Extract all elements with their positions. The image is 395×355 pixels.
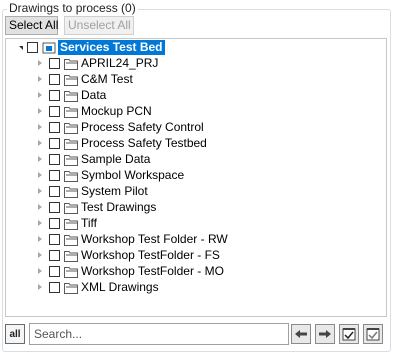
tree-item[interactable]: System Pilot: [33, 183, 148, 199]
tree-item-label: Workshop Test Folder - RW: [81, 232, 228, 246]
tree-item[interactable]: Symbol Workspace: [33, 167, 184, 183]
folder-icon: [64, 186, 78, 198]
tree-item-label: Process Safety Control: [81, 120, 204, 134]
folder-icon: [64, 202, 78, 214]
check-all-icon: [342, 328, 356, 341]
item-checkbox[interactable]: [49, 265, 60, 277]
item-checkbox[interactable]: [49, 89, 60, 101]
expand-icon[interactable]: [33, 231, 45, 247]
expand-icon[interactable]: [33, 103, 45, 119]
tree-item[interactable]: Workshop TestFolder - FS: [33, 247, 220, 263]
tree-item[interactable]: XML Drawings: [33, 279, 159, 295]
item-checkbox[interactable]: [49, 233, 60, 245]
expand-icon[interactable]: [33, 135, 45, 151]
item-checkbox[interactable]: [49, 105, 60, 117]
tree-item-label: Mockup PCN: [81, 104, 152, 118]
expand-icon[interactable]: [33, 71, 45, 87]
bottom-toolbar: all: [5, 322, 387, 346]
tree-item-label: XML Drawings: [81, 280, 159, 294]
item-checkbox[interactable]: [49, 121, 60, 133]
group-title: Drawings to process (0): [7, 1, 138, 15]
item-checkbox[interactable]: [49, 249, 60, 261]
tree-item[interactable]: Process Safety Control: [33, 119, 204, 135]
tree-item[interactable]: Test Drawings: [33, 199, 156, 215]
tree-item-label: Sample Data: [81, 152, 151, 166]
tree-item[interactable]: Process Safety Testbed: [33, 135, 207, 151]
expand-icon[interactable]: [33, 87, 45, 103]
arrow-left-icon: [295, 330, 307, 338]
move-left-button[interactable]: [291, 324, 311, 344]
folder-icon: [64, 266, 78, 278]
expand-icon[interactable]: [33, 119, 45, 135]
expand-icon[interactable]: [33, 199, 45, 215]
folder-icon: [64, 58, 78, 70]
item-checkbox[interactable]: [49, 281, 60, 293]
item-checkbox[interactable]: [49, 201, 60, 213]
tree-item[interactable]: Workshop TestFolder - MO: [33, 263, 224, 279]
tree-item[interactable]: Mockup PCN: [33, 103, 152, 119]
tree-item-label: Workshop TestFolder - MO: [81, 264, 224, 278]
move-right-button[interactable]: [315, 324, 335, 344]
item-checkbox[interactable]: [49, 153, 60, 165]
folder-icon: [64, 74, 78, 86]
tree-item-label: Tiff: [81, 216, 98, 230]
search-input[interactable]: [29, 323, 289, 345]
expand-icon[interactable]: [33, 183, 45, 199]
item-checkbox[interactable]: [49, 185, 60, 197]
tree-item-label: Test Drawings: [81, 200, 157, 214]
expand-icon[interactable]: [33, 55, 45, 71]
item-checkbox[interactable]: [49, 217, 60, 229]
drawings-tree[interactable]: Services Test Bed APRIL24_PRJ C&M Test Dat…: [5, 38, 387, 317]
folder-icon: [64, 90, 78, 102]
tree-item[interactable]: Data: [33, 87, 106, 103]
tree-item-label: Symbol Workspace: [81, 168, 185, 182]
expand-icon[interactable]: [33, 215, 45, 231]
root-checkbox[interactable]: [27, 41, 38, 53]
tree-item[interactable]: Sample Data: [33, 151, 150, 167]
folder-icon: [64, 122, 78, 134]
filter-all-button[interactable]: all: [5, 324, 25, 344]
uncheck-all-button[interactable]: [363, 324, 383, 344]
tree-item[interactable]: Tiff: [33, 215, 97, 231]
expand-icon[interactable]: [33, 247, 45, 263]
tree-item-label: System Pilot: [81, 184, 148, 198]
tree-item[interactable]: C&M Test: [33, 71, 133, 87]
folder-icon: [64, 154, 78, 166]
tree-item-label: Workshop TestFolder - FS: [81, 248, 220, 262]
folder-icon: [64, 282, 78, 294]
folder-icon: [64, 218, 78, 230]
tree-item[interactable]: Workshop Test Folder - RW: [33, 231, 228, 247]
folder-icon: [64, 234, 78, 246]
select-all-button[interactable]: Select All: [5, 16, 58, 35]
tree-item-label: Data: [81, 88, 107, 102]
uncheck-all-icon: [366, 328, 380, 341]
folder-icon: [64, 170, 78, 182]
item-checkbox[interactable]: [49, 137, 60, 149]
arrow-right-icon: [319, 330, 331, 338]
folder-icon: [64, 138, 78, 150]
item-checkbox[interactable]: [49, 57, 60, 69]
folder-icon: [64, 106, 78, 118]
tree-item-label: APRIL24_PRJ: [81, 56, 159, 70]
project-folder-icon: [42, 42, 56, 53]
item-checkbox[interactable]: [49, 169, 60, 181]
expand-icon[interactable]: [33, 263, 45, 279]
expand-icon[interactable]: [33, 279, 45, 295]
collapse-icon[interactable]: [13, 39, 25, 55]
check-all-button[interactable]: [339, 324, 359, 344]
tree-item-label: C&M Test: [81, 72, 133, 86]
tree-item[interactable]: APRIL24_PRJ: [33, 55, 158, 71]
item-checkbox[interactable]: [49, 73, 60, 85]
expand-icon[interactable]: [33, 167, 45, 183]
expand-icon[interactable]: [33, 151, 45, 167]
tree-root-label: Services Test Bed: [58, 39, 165, 55]
tree-root-row[interactable]: Services Test Bed: [13, 39, 165, 55]
tree-item-label: Process Safety Testbed: [81, 136, 207, 150]
folder-icon: [64, 250, 78, 262]
unselect-all-button[interactable]: Unselect All: [64, 16, 134, 35]
